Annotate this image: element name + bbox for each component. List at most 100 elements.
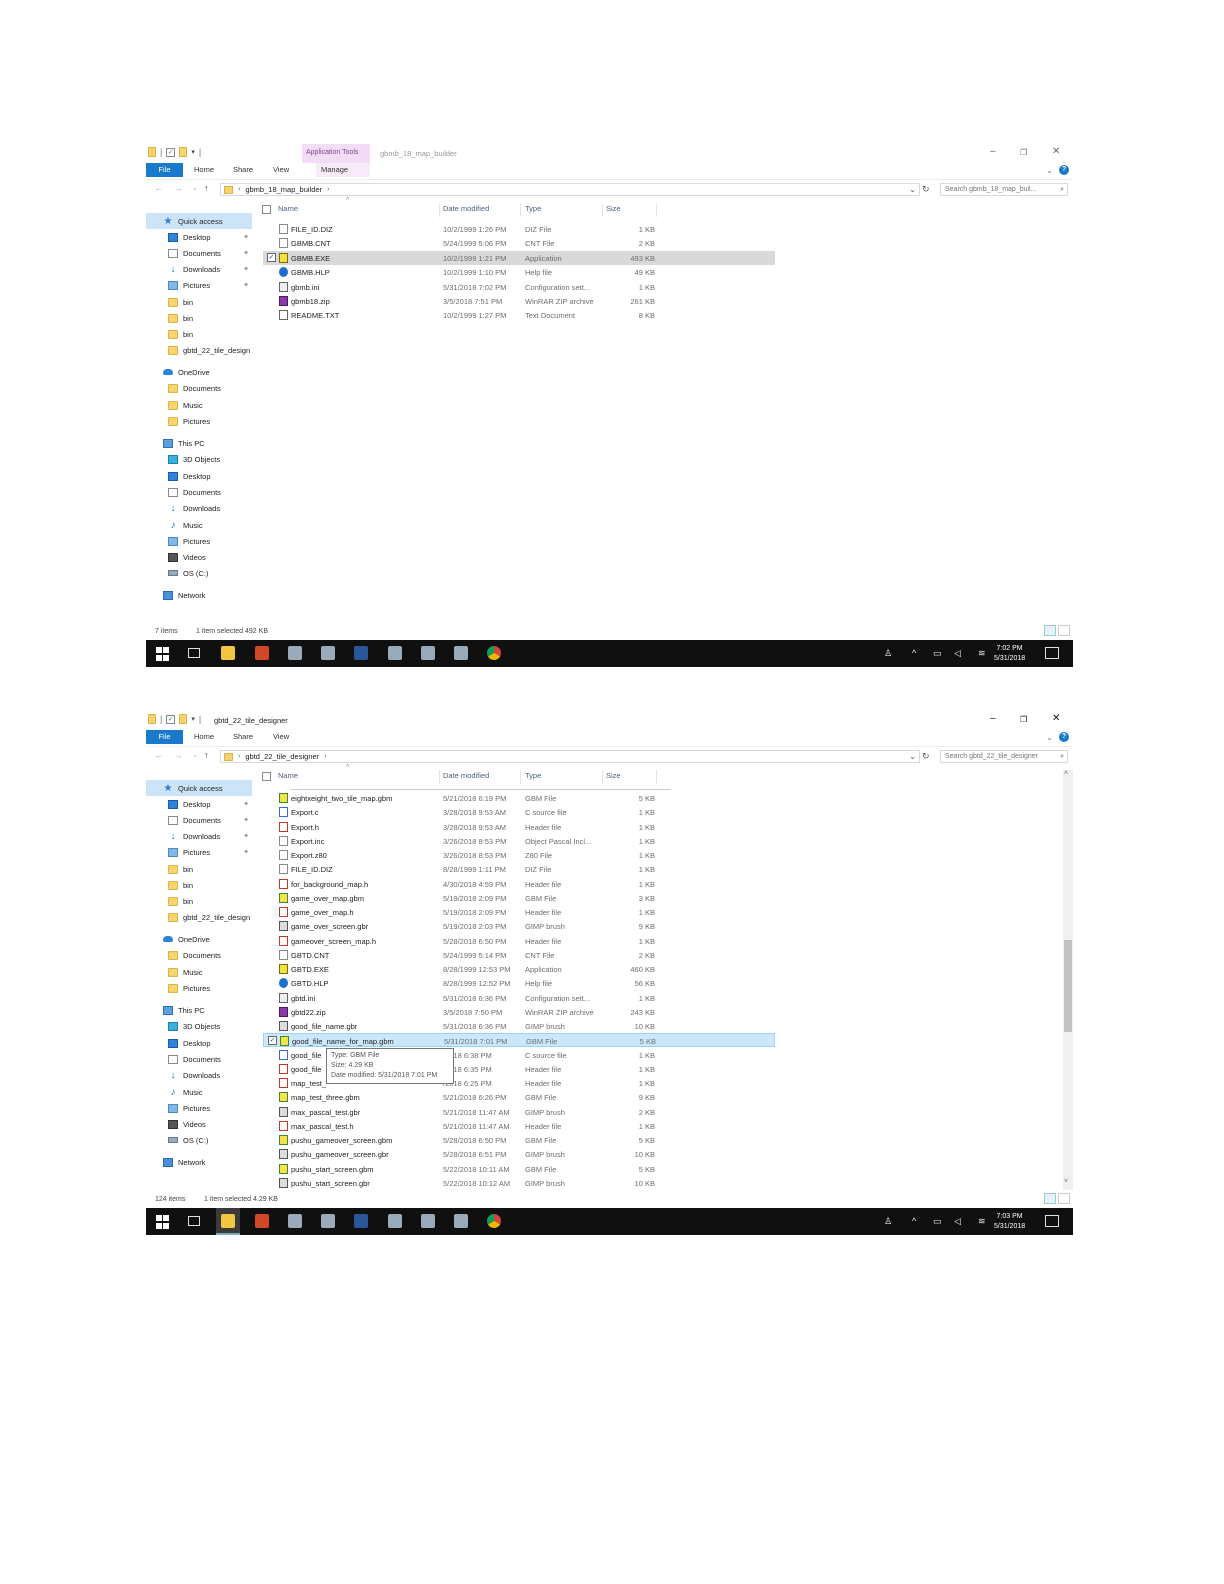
table-row[interactable]: GBTD.EXE 8/28/1999 12:53 PM Application 460… [263, 962, 775, 976]
address-bar[interactable]: › gbtd_22_tile_designer › ⌄ [220, 750, 920, 763]
volume-icon[interactable]: ◁ [954, 1216, 961, 1227]
table-row[interactable]: map_test_three.gbm 5/21/2018 6:26 PM GBM F… [263, 1090, 775, 1104]
table-row[interactable]: GBMB.CNT 5/24/1999 5:06 PM CNT File 2 KB [263, 236, 775, 250]
column-divider[interactable] [602, 203, 603, 217]
table-row[interactable]: Export.inc 3/26/2018 8:53 PM Object Pascal… [263, 834, 775, 848]
sidebar-item-bin[interactable]: bin [146, 294, 252, 310]
person-icon[interactable]: ♙ [884, 648, 892, 659]
battery-icon[interactable]: ▭ [933, 648, 942, 659]
sidebar-item-3d-objects[interactable]: 3D Objects [146, 451, 252, 467]
pin-icon[interactable]: ✦ [243, 832, 249, 840]
table-row[interactable]: GBTD.HLP 8/28/1999 12:52 PM Help file 56 KB [263, 976, 775, 990]
search-input[interactable]: Search gbmb_18_map_buil... ⌕ [940, 183, 1068, 196]
sidebar-item-this-pc[interactable]: This PC [146, 435, 252, 451]
table-row[interactable]: Export.c 3/28/2018 9:53 AM C source file 1 … [263, 805, 775, 819]
chrome-icon[interactable] [487, 1214, 501, 1228]
tab-file[interactable]: File [146, 730, 183, 744]
sidebar-item-gbtd-22-tile-design[interactable]: gbtd_22_tile_design [146, 909, 252, 925]
table-row[interactable]: game_over_map.gbm 5/19/2018 2:09 PM GBM Fi… [263, 891, 775, 905]
table-row[interactable]: pushu_start_screen.gbm 5/22/2018 10:11 AM… [263, 1162, 775, 1176]
context-tab-application-tools[interactable]: Application Tools [302, 144, 370, 163]
file-explorer-icon[interactable] [221, 646, 235, 660]
chevron-down-icon[interactable]: ⌄ [909, 185, 916, 194]
pin-icon[interactable]: ✦ [243, 848, 249, 856]
scroll-up-icon[interactable]: ˄ [1064, 770, 1068, 777]
app-icon[interactable] [288, 646, 302, 660]
sidebar-item-bin[interactable]: bin [146, 326, 252, 342]
sidebar-item-pictures[interactable]: Pictures ✦ [146, 844, 252, 860]
taskbar-clock[interactable]: 7:03 PM 5/31/2018 [994, 1212, 1025, 1232]
column-divider[interactable] [656, 203, 657, 217]
column-divider[interactable] [520, 203, 521, 217]
table-row[interactable]: Export.z80 3/26/2018 8:53 PM Z80 File 1 KB [263, 848, 775, 862]
column-header-name[interactable]: Name [278, 204, 298, 216]
table-row[interactable]: good_file_name.gbr 5/31/2018 6:36 PM GIMP … [263, 1019, 775, 1033]
table-row[interactable]: pushu_gameover_screen.gbm 5/28/2018 6:50 … [263, 1133, 775, 1147]
app-icon[interactable] [321, 1214, 335, 1228]
sidebar-item-bin[interactable]: bin [146, 861, 252, 877]
select-all-checkbox[interactable] [262, 205, 271, 214]
forward-icon[interactable]: → [174, 750, 183, 760]
help-icon[interactable]: ? [1059, 165, 1069, 175]
pin-icon[interactable]: ✦ [243, 233, 249, 241]
column-divider[interactable] [656, 770, 657, 784]
tab-share[interactable]: Share [233, 163, 253, 177]
column-divider[interactable] [602, 770, 603, 784]
sidebar-item-documents[interactable]: Documents [146, 947, 252, 963]
sidebar-item-desktop[interactable]: Desktop [146, 1035, 252, 1051]
sidebar-item-desktop[interactable]: Desktop [146, 468, 252, 484]
breadcrumb[interactable]: gbmb_18_map_builder [245, 185, 322, 194]
sidebar-item-downloads[interactable]: ↓ Downloads ✦ [146, 261, 252, 277]
forward-icon[interactable]: → [174, 183, 183, 193]
new-folder-icon[interactable] [179, 147, 188, 157]
sidebar-item-pictures[interactable]: Pictures [146, 1100, 252, 1116]
tab-share[interactable]: Share [233, 730, 253, 744]
sidebar-item-gbtd-22-tile-design[interactable]: gbtd_22_tile_design [146, 342, 252, 358]
sidebar-item-3d-objects[interactable]: 3D Objects [146, 1018, 252, 1034]
sidebar-item-quick-access[interactable]: ★ Quick access [146, 780, 252, 796]
maximize-icon[interactable]: ❐ [1020, 715, 1027, 724]
column-divider[interactable] [520, 770, 521, 784]
sidebar-item-desktop[interactable]: Desktop ✦ [146, 229, 252, 245]
sidebar-item-documents[interactable]: Documents [146, 484, 252, 500]
recent-locations-icon[interactable]: ⌄ [192, 184, 198, 192]
sidebar-item-os-c[interactable]: OS (C:) [146, 565, 252, 581]
table-row[interactable]: ✓ good_file_name_for_map.gbm 5/31/2018 7:0… [263, 1033, 775, 1048]
table-row[interactable]: ✓ GBMB.EXE 10/2/1999 1:21 PM Application 493… [263, 250, 775, 265]
file-explorer-icon[interactable] [221, 1214, 235, 1228]
row-checkbox[interactable]: ✓ [268, 1036, 277, 1046]
sidebar-item-pictures[interactable]: Pictures ✦ [146, 277, 252, 293]
app-icon[interactable] [421, 1214, 435, 1228]
sidebar-item-desktop[interactable]: Desktop ✦ [146, 796, 252, 812]
sidebar-item-quick-access[interactable]: ★ Quick access [146, 213, 252, 229]
maximize-icon[interactable]: ❐ [1020, 148, 1027, 157]
sidebar-item-downloads[interactable]: ↓ Downloads [146, 500, 252, 516]
sidebar-item-pictures[interactable]: Pictures [146, 413, 252, 429]
table-row[interactable]: gbmb.ini 5/31/2018 7:02 PM Configuration s… [263, 280, 775, 294]
sidebar-item-pictures[interactable]: Pictures [146, 980, 252, 996]
powerpoint-icon[interactable] [255, 646, 269, 660]
wifi-icon[interactable]: ≋ [978, 648, 986, 659]
sidebar-item-bin[interactable]: bin [146, 893, 252, 909]
app-icon[interactable] [454, 646, 468, 660]
app-icon[interactable] [454, 1214, 468, 1228]
sidebar-item-documents[interactable]: Documents ✦ [146, 812, 252, 828]
table-row[interactable]: README.TXT 10/2/1999 1:27 PM Text Document… [263, 308, 775, 322]
notification-center-icon[interactable] [1045, 1215, 1059, 1227]
sidebar-item-network[interactable]: Network [146, 587, 252, 603]
chevron-up-icon[interactable]: ^ [912, 648, 916, 658]
pin-icon[interactable]: ✦ [243, 249, 249, 257]
chevron-down-icon[interactable]: ⌄ [909, 752, 916, 761]
table-row[interactable]: gbtd.ini 5/31/2018 6:36 PM Configuration s… [263, 991, 775, 1005]
table-row[interactable]: gbtd22.zip 3/5/2018 7:50 PM WinRAR ZIP arc… [263, 1005, 775, 1019]
sidebar-item-documents[interactable]: Documents ✦ [146, 245, 252, 261]
pin-icon[interactable]: ✦ [243, 265, 249, 273]
search-input[interactable]: Search gbtd_22_tile_designer ⌕ [940, 750, 1068, 763]
properties-icon[interactable]: ✓ [166, 147, 176, 157]
tab-file[interactable]: File [146, 163, 183, 177]
table-row[interactable]: gbmb18.zip 3/5/2018 7:51 PM WinRAR ZIP arc… [263, 294, 775, 308]
sidebar-item-this-pc[interactable]: This PC [146, 1002, 252, 1018]
tab-home[interactable]: Home [194, 730, 214, 744]
table-row[interactable]: game_over_map.h 5/19/2018 2:09 PM Header f… [263, 905, 775, 919]
select-all-checkbox[interactable] [262, 772, 271, 781]
